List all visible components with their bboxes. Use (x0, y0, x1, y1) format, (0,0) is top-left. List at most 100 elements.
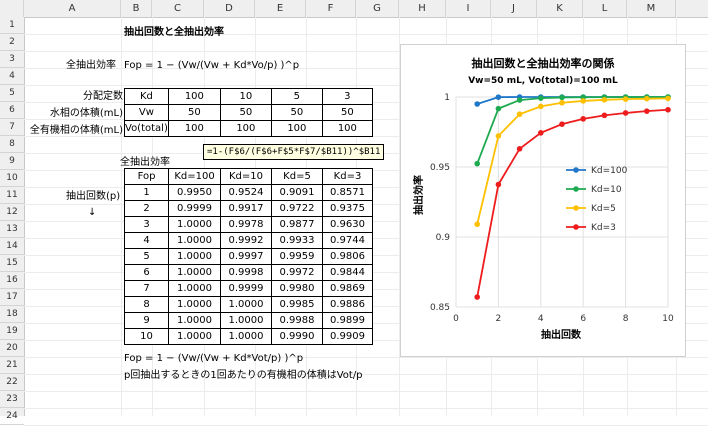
param-label-vo[interactable]: 全有機相の体積(mL) (30, 122, 123, 139)
row-header-21[interactable]: 21 (0, 357, 24, 374)
results-cell[interactable]: 0.9899 (322, 312, 373, 329)
results-cell[interactable]: 1.0000 (168, 296, 221, 313)
column-header-A[interactable]: A (24, 0, 121, 17)
results-cell[interactable]: 0.9869 (322, 280, 373, 297)
results-cell[interactable]: 0.9917 (220, 200, 272, 217)
row-header-20[interactable]: 20 (0, 340, 24, 357)
parameter-cell[interactable]: 10 (219, 88, 272, 105)
results-cell[interactable]: 1.0000 (168, 280, 221, 297)
footnote-volume[interactable]: p回抽出するときの1回あたりの有機相の体積はVot/p (124, 367, 363, 384)
results-cell[interactable]: 9 (124, 312, 169, 329)
results-cell[interactable]: 0.9806 (322, 248, 373, 265)
row-header-8[interactable]: 8 (0, 136, 24, 153)
results-cell[interactable]: 1.0000 (168, 248, 221, 265)
footnote-formula[interactable]: Fop = 1 − (Vw/(Vw + Kd*Vot/p) )^p (124, 350, 303, 367)
sheet-title[interactable]: 抽出回数と全抽出効率 (124, 24, 224, 41)
row-header-3[interactable]: 3 (0, 51, 24, 68)
results-cell[interactable]: 0.9909 (322, 328, 373, 345)
results-cell[interactable]: 1.0000 (168, 328, 221, 345)
results-cell[interactable]: 0.8571 (322, 184, 373, 201)
row-header-1[interactable]: 1 (0, 17, 24, 34)
parameter-cell[interactable]: 5 (270, 88, 323, 105)
results-cell[interactable]: 6 (124, 264, 169, 281)
parameter-cell[interactable]: 100 (270, 120, 323, 137)
results-cell[interactable]: 1.0000 (168, 264, 221, 281)
results-header-cell[interactable]: Kd=3 (322, 168, 373, 185)
column-header-I[interactable]: I (446, 0, 491, 17)
parameter-cell[interactable]: 50 (270, 104, 323, 121)
parameter-cell[interactable]: 3 (321, 88, 373, 105)
column-header-B[interactable]: B (121, 0, 152, 17)
results-cell[interactable]: 0.9985 (271, 296, 323, 313)
param-label-kd[interactable]: 分配定数 (83, 88, 123, 105)
results-cell[interactable]: 3 (124, 216, 169, 233)
results-cell[interactable]: 8 (124, 296, 169, 313)
results-cell[interactable]: 0.9997 (220, 248, 272, 265)
column-header-G[interactable]: G (356, 0, 399, 17)
parameter-cell[interactable]: 100 (219, 120, 272, 137)
row-header-13[interactable]: 13 (0, 221, 24, 238)
results-cell[interactable]: 0.9375 (322, 200, 373, 217)
results-cell[interactable]: 2 (124, 200, 169, 217)
results-cell[interactable]: 1.0000 (220, 328, 272, 345)
results-cell[interactable]: 0.9886 (322, 296, 373, 313)
row-header-9[interactable]: 9 (0, 153, 24, 170)
column-header-E[interactable]: E (255, 0, 306, 17)
results-header-cell[interactable]: Fop (124, 168, 169, 185)
results-cell[interactable]: 0.9998 (220, 264, 272, 281)
column-header-K[interactable]: K (537, 0, 583, 17)
results-cell[interactable]: 0.9722 (271, 200, 323, 217)
results-cell[interactable]: 0.9972 (271, 264, 323, 281)
results-cell[interactable]: 0.9844 (322, 264, 373, 281)
results-header-cell[interactable]: Kd=10 (220, 168, 272, 185)
parameter-cell[interactable]: 50 (321, 104, 373, 121)
row-header-22[interactable]: 22 (0, 374, 24, 391)
results-cell[interactable]: 0.9091 (271, 184, 323, 201)
results-cell[interactable]: 5 (124, 248, 169, 265)
parameter-cell[interactable]: Kd (124, 88, 169, 105)
column-header-C[interactable]: C (152, 0, 204, 17)
parameter-cell[interactable]: Vw (124, 104, 169, 121)
parameter-cell[interactable]: Vo(total) (124, 120, 169, 137)
results-cell[interactable]: 1.0000 (220, 312, 272, 329)
parameter-cell[interactable]: 100 (167, 120, 221, 137)
row-header-6[interactable]: 6 (0, 102, 24, 119)
results-cell[interactable]: 1.0000 (168, 216, 221, 233)
row-header-5[interactable]: 5 (0, 85, 24, 102)
results-cell[interactable]: 0.9999 (168, 200, 221, 217)
row-header-10[interactable]: 10 (0, 170, 24, 187)
parameter-cell[interactable]: 100 (321, 120, 373, 137)
column-header-M[interactable]: M (627, 0, 676, 17)
row-header-16[interactable]: 16 (0, 272, 24, 289)
parameter-cell[interactable]: 100 (167, 88, 221, 105)
results-cell[interactable]: 1.0000 (168, 312, 221, 329)
results-header-cell[interactable]: Kd=5 (271, 168, 323, 185)
results-cell[interactable]: 0.9999 (220, 280, 272, 297)
chart-area[interactable]: 抽出回数と全抽出効率の関係 Vw=50 mL, Vo(total)=100 mL… (400, 44, 686, 357)
column-header-J[interactable]: J (491, 0, 537, 17)
results-cell[interactable]: 0.9630 (322, 216, 373, 233)
row-header-24[interactable]: 24 (0, 408, 24, 425)
parameter-cell[interactable]: 50 (167, 104, 221, 121)
results-cell[interactable]: 4 (124, 232, 169, 249)
row-header-4[interactable]: 4 (0, 68, 24, 85)
column-header-D[interactable]: D (204, 0, 255, 17)
row-header-2[interactable]: 2 (0, 34, 24, 51)
results-cell[interactable]: 0.9992 (220, 232, 272, 249)
row-header-19[interactable]: 19 (0, 323, 24, 340)
column-header-F[interactable]: F (306, 0, 356, 17)
results-cell[interactable]: 0.9933 (271, 232, 323, 249)
results-cell[interactable]: 0.9950 (168, 184, 221, 201)
row-header-14[interactable]: 14 (0, 238, 24, 255)
row-header-17[interactable]: 17 (0, 289, 24, 306)
results-cell[interactable]: 0.9959 (271, 248, 323, 265)
column-header-H[interactable]: H (399, 0, 446, 17)
row-header-15[interactable]: 15 (0, 255, 24, 272)
row-header-11[interactable]: 11 (0, 187, 24, 204)
results-cell[interactable]: 0.9877 (271, 216, 323, 233)
results-header-cell[interactable]: Kd=100 (168, 168, 221, 185)
results-cell[interactable]: 0.9744 (322, 232, 373, 249)
results-cell[interactable]: 0.9524 (220, 184, 272, 201)
results-cell[interactable]: 0.9988 (271, 312, 323, 329)
row-header-18[interactable]: 18 (0, 306, 24, 323)
